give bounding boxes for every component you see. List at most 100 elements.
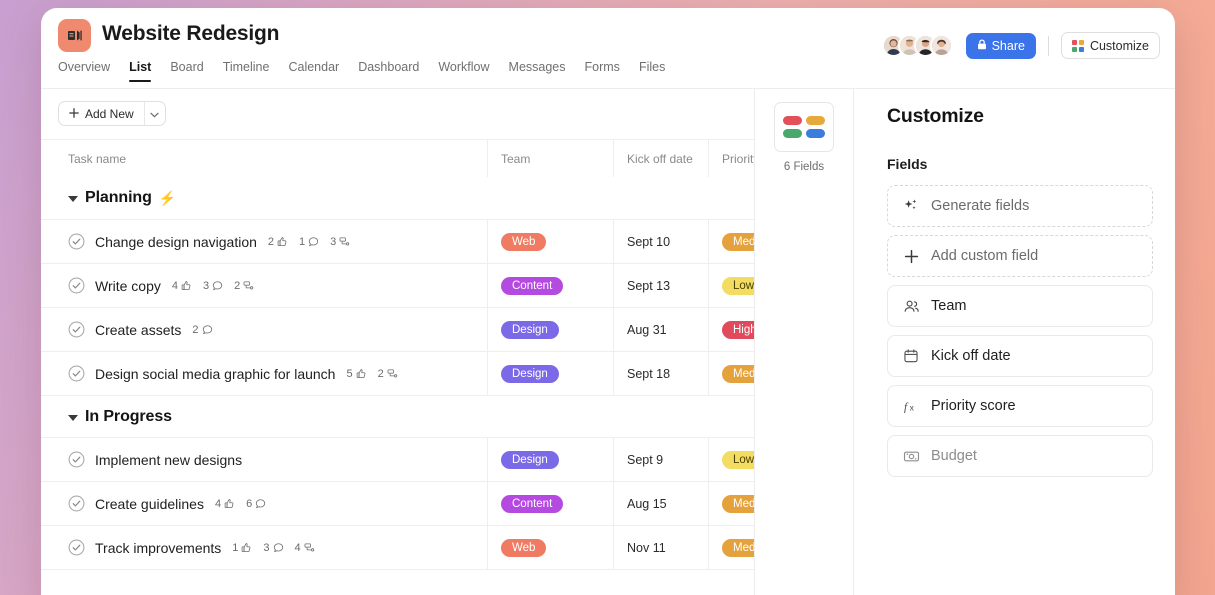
app-logo-icon: [58, 19, 91, 52]
task-complete-checkbox[interactable]: [68, 539, 85, 556]
customize-panel: 6 Fields Customize Fields Generate field…: [754, 89, 1175, 595]
column-header-kick-off-date: Kick off date: [627, 151, 693, 166]
kick-off-date: Sept 9: [627, 452, 664, 467]
field-item-label: Budget: [931, 448, 977, 464]
comment-icon: [309, 237, 319, 247]
tab-overview[interactable]: Overview: [58, 60, 110, 82]
panel-section-label: Fields: [887, 156, 928, 172]
tab-board[interactable]: Board: [170, 60, 203, 82]
app-window: Website Redesign Share Customize Overvie…: [41, 8, 1175, 595]
comment-count: 3: [203, 280, 223, 292]
generate-fields-label: Generate fields: [931, 198, 1030, 214]
comment-count: 3: [263, 542, 283, 554]
task-title: Create guidelines: [95, 495, 204, 512]
fields-thumbnail-icon[interactable]: [774, 102, 834, 152]
add-new-button[interactable]: Add New: [59, 102, 144, 125]
thumbs-up-icon: [242, 543, 251, 552]
field-item-kick-off-date[interactable]: Kick off date: [887, 335, 1153, 377]
header-actions: Share Customize: [881, 32, 1160, 59]
tab-files[interactable]: Files: [639, 60, 665, 82]
app-header: Website Redesign Share Customize: [41, 8, 1175, 60]
customize-panel-content: Customize Fields Generate fields Add cus…: [854, 89, 1175, 595]
field-item-priority-score[interactable]: fx Priority score: [887, 385, 1153, 427]
subtask-count: 4: [295, 542, 315, 554]
like-count: 5: [346, 368, 366, 380]
task-complete-checkbox[interactable]: [68, 277, 85, 294]
team-badge: Web: [501, 538, 547, 557]
task-meta: 5 2: [346, 368, 397, 380]
task-complete-checkbox[interactable]: [68, 321, 85, 338]
task-complete-checkbox[interactable]: [68, 451, 85, 468]
chevron-down-icon: [150, 105, 159, 123]
subtask-icon: [304, 543, 314, 552]
tab-forms[interactable]: Forms: [585, 60, 620, 82]
fields-count-label: 6 Fields: [783, 161, 825, 173]
comment-count: 1: [299, 236, 319, 248]
formula-icon: fx: [902, 397, 920, 415]
customize-button[interactable]: Customize: [1060, 32, 1160, 59]
column-header-task-name: Task name: [68, 151, 127, 166]
kick-off-date: Nov 11: [627, 540, 666, 555]
tab-dashboard[interactable]: Dashboard: [358, 60, 419, 82]
tab-calendar[interactable]: Calendar: [288, 60, 339, 82]
task-title: Track improvements: [95, 539, 222, 556]
customize-button-label: Customize: [1089, 38, 1149, 53]
sparkle-icon: [902, 197, 920, 215]
avatar[interactable]: [929, 34, 953, 57]
app-body: Add New Task name Team Kick off date Pri…: [41, 89, 1175, 595]
tab-workflow[interactable]: Workflow: [438, 60, 489, 82]
task-complete-checkbox[interactable]: [68, 365, 85, 382]
task-title: Write copy: [95, 277, 161, 294]
chevron-down-icon[interactable]: [68, 196, 78, 202]
add-new-split-button[interactable]: Add New: [58, 101, 166, 126]
task-title: Change design navigation: [95, 233, 257, 250]
share-button-label: Share: [991, 38, 1025, 53]
field-item-team[interactable]: Team: [887, 285, 1153, 327]
kick-off-date: Aug 15: [627, 496, 667, 511]
task-complete-checkbox[interactable]: [68, 495, 85, 512]
kick-off-date: Sept 13: [627, 278, 671, 293]
share-button[interactable]: Share: [965, 32, 1036, 59]
lock-icon: [977, 38, 987, 53]
plus-icon: [902, 247, 920, 265]
team-badge: Design: [501, 450, 559, 469]
field-item-label: Kick off date: [931, 348, 1011, 364]
thumbs-up-icon: [181, 281, 191, 290]
task-meta: 1 3 4: [232, 542, 314, 554]
field-item-budget[interactable]: Budget: [887, 435, 1153, 477]
comment-count: 2: [192, 324, 212, 336]
column-header-team: Team: [501, 151, 531, 166]
thumbs-up-icon: [356, 369, 365, 378]
task-complete-checkbox[interactable]: [68, 233, 85, 250]
tab-list[interactable]: List: [129, 60, 152, 82]
avatar-group[interactable]: [881, 34, 953, 57]
task-meta: 2: [192, 324, 212, 336]
add-new-dropdown-toggle[interactable]: [143, 102, 165, 125]
add-custom-field-button[interactable]: Add custom field: [887, 235, 1153, 277]
task-title: Implement new designs: [95, 451, 243, 468]
subtask-icon: [243, 281, 254, 290]
chevron-down-icon[interactable]: [68, 414, 78, 421]
section-title: Planning: [85, 189, 152, 206]
subtask-icon: [339, 237, 350, 246]
task-meta: 4 6: [215, 498, 266, 510]
svg-text:x: x: [909, 402, 914, 412]
team-badge: Design: [501, 364, 559, 383]
comment-count: 6: [246, 498, 266, 510]
field-item-label: Priority score: [931, 398, 1016, 414]
team-badge: Content: [501, 276, 564, 295]
header-divider: [1047, 35, 1049, 56]
team-badge: Web: [501, 232, 547, 251]
tab-messages[interactable]: Messages: [509, 60, 566, 82]
kick-off-date: Aug 31: [627, 322, 667, 337]
thumbs-up-icon: [277, 237, 287, 246]
generate-fields-button[interactable]: Generate fields: [887, 185, 1153, 227]
task-meta: 4 3 2: [172, 280, 254, 292]
task-title: Create assets: [95, 321, 182, 338]
grid-icon: [1071, 39, 1084, 52]
team-badge: Content: [501, 494, 564, 513]
add-new-label: Add New: [85, 106, 134, 121]
calendar-icon: [902, 347, 920, 365]
panel-title: Customize: [887, 105, 984, 127]
tab-timeline[interactable]: Timeline: [223, 60, 270, 82]
